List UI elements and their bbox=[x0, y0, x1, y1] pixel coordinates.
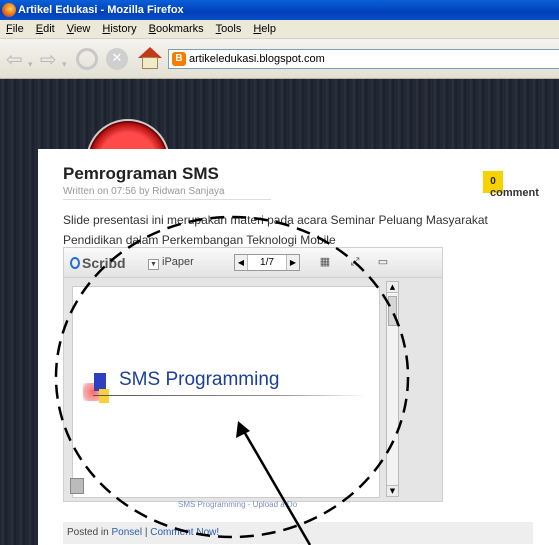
ipaper-mode-button[interactable]: ▼ iPaper bbox=[148, 256, 194, 270]
menu-help[interactable]: Help bbox=[247, 20, 282, 38]
scroll-thumb[interactable] bbox=[388, 296, 397, 326]
blog-post: Pemrograman SMS Written on 07:56 by Ridw… bbox=[38, 149, 559, 545]
page-indicator: 1/7 bbox=[260, 257, 274, 268]
fullscreen-icon[interactable]: ⤢ bbox=[348, 255, 362, 269]
forward-dropdown-icon[interactable]: ▾ bbox=[62, 53, 67, 77]
menu-file[interactable]: File bbox=[0, 20, 30, 38]
prev-page-icon[interactable]: ◀ bbox=[235, 255, 248, 270]
scribd-embed[interactable]: Scribd ▼ iPaper ◀ 1/7 ▶ ▦ ⤢ ▭ SMS Program… bbox=[63, 247, 443, 502]
forward-arrow-icon[interactable]: ⇨ bbox=[40, 47, 57, 71]
navigation-toolbar: ⇦ ▾ ⇨ ▾ ✕ B artikeledukasi.blogspot.com bbox=[0, 39, 559, 79]
window-title: Artikel Edukasi - Mozilla Firefox bbox=[18, 4, 184, 16]
scribd-caption-link[interactable]: SMS Programming - Upload a Do bbox=[178, 500, 297, 509]
menu-tools[interactable]: Tools bbox=[210, 20, 248, 38]
url-bar[interactable]: B artikeledukasi.blogspot.com bbox=[168, 49, 559, 69]
grid-view-icon[interactable]: ▦ bbox=[318, 255, 332, 269]
footer-separator: | bbox=[144, 527, 148, 538]
menu-bookmarks[interactable]: Bookmarks bbox=[143, 20, 210, 38]
url-text: artikeledukasi.blogspot.com bbox=[189, 53, 325, 65]
post-body: Slide presentasi ini merupakan materi pa… bbox=[63, 213, 488, 247]
footer-prefix: Posted in bbox=[67, 527, 109, 538]
scribd-toolbar: Scribd ▼ iPaper ◀ 1/7 ▶ ▦ ⤢ ▭ bbox=[64, 248, 442, 278]
document-scrollbar[interactable]: ▲ ▼ bbox=[386, 281, 399, 497]
scribd-logo[interactable]: Scribd bbox=[70, 255, 126, 271]
comment-label[interactable]: comment bbox=[490, 187, 539, 199]
post-footer: Posted in Ponsel | Comment Now! bbox=[63, 522, 533, 544]
menu-view[interactable]: View bbox=[61, 20, 97, 38]
menu-bar: File Edit View History Bookmarks Tools H… bbox=[0, 20, 559, 39]
back-arrow-icon[interactable]: ⇦ bbox=[6, 47, 23, 71]
slide-logo-yellow bbox=[99, 389, 109, 403]
post-meta: Written on 07:56 by Ridwan Sanjaya bbox=[63, 186, 271, 200]
slide-underline bbox=[93, 395, 367, 396]
comment-now-link[interactable]: Comment Now! bbox=[150, 527, 219, 538]
menu-edit[interactable]: Edit bbox=[30, 20, 61, 38]
stop-icon[interactable]: ✕ bbox=[106, 48, 128, 70]
post-title[interactable]: Pemrograman SMS bbox=[63, 164, 219, 184]
page-navigator[interactable]: ◀ 1/7 ▶ bbox=[234, 254, 300, 271]
home-icon[interactable] bbox=[138, 47, 162, 69]
menu-history[interactable]: History bbox=[96, 20, 142, 38]
document-page: SMS Programming bbox=[72, 286, 380, 498]
blogger-icon: B bbox=[172, 52, 186, 66]
reload-icon[interactable] bbox=[76, 48, 98, 70]
slide-title: SMS Programming bbox=[119, 369, 280, 390]
window-titlebar: Artikel Edukasi - Mozilla Firefox bbox=[0, 0, 559, 20]
back-dropdown-icon[interactable]: ▾ bbox=[28, 53, 33, 77]
category-link[interactable]: Ponsel bbox=[111, 527, 142, 538]
next-page-icon[interactable]: ▶ bbox=[286, 255, 299, 270]
scroll-up-icon[interactable]: ▲ bbox=[387, 282, 398, 293]
scroll-down-icon[interactable]: ▼ bbox=[387, 485, 398, 496]
window-icon[interactable]: ▭ bbox=[376, 255, 390, 269]
firefox-icon bbox=[2, 3, 16, 17]
document-icon[interactable] bbox=[70, 478, 84, 494]
